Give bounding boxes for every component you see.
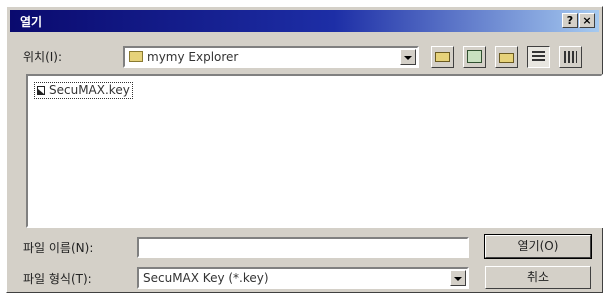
new-folder-icon [499,53,514,63]
up-folder-icon [435,52,450,62]
file-item[interactable]: SecuMAX.key [34,82,133,99]
cancel-button[interactable]: 취소 [485,266,591,289]
list-view-icon [532,51,545,63]
up-folder-button[interactable] [431,46,454,68]
location-combo[interactable]: mymy Explorer [123,46,419,68]
close-button[interactable]: × [579,13,595,28]
title-bar[interactable]: 열기 ? × [10,10,599,32]
file-name: SecuMAX.key [49,83,130,97]
filetype-label: 파일 형식(T): [23,272,92,286]
location-value: mymy Explorer [147,50,239,64]
location-dropdown-arrow[interactable] [400,49,416,65]
details-view-button[interactable] [559,46,582,68]
file-list[interactable]: SecuMAX.key [26,74,603,228]
filetype-dropdown-arrow[interactable] [450,270,466,286]
open-file-dialog: 열기 ? × 위치(I): mymy Explorer SecuMAX.key … [6,6,603,293]
new-folder-button[interactable] [495,46,518,68]
folder-icon [129,51,143,62]
desktop-button[interactable] [463,46,486,68]
dialog-title: 열기 [20,15,43,29]
filetype-combo[interactable]: SecuMAX Key (*.key) [137,267,469,289]
filename-input[interactable] [137,237,469,258]
open-button[interactable]: 열기(O) [484,234,592,259]
desktop-icon [467,50,482,63]
filetype-value: SecuMAX Key (*.key) [143,271,269,285]
details-view-icon [564,51,577,63]
filename-label: 파일 이름(N): [23,241,94,255]
list-view-button[interactable] [527,46,550,68]
file-icon [37,86,45,95]
location-label: 위치(I): [23,50,63,64]
help-button[interactable]: ? [562,13,578,28]
